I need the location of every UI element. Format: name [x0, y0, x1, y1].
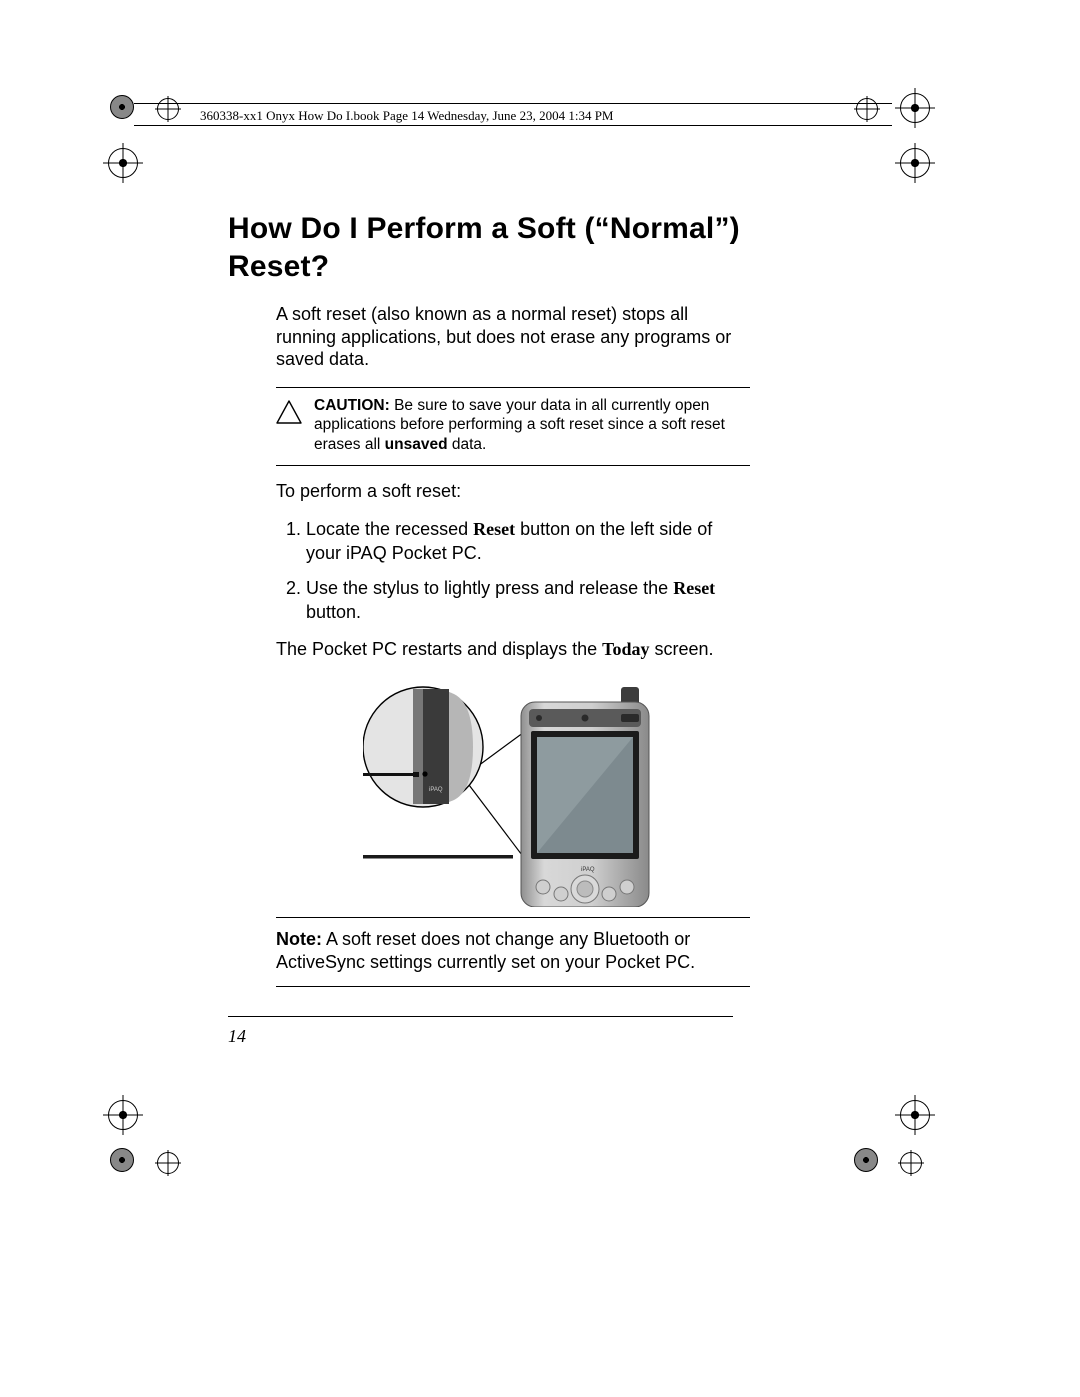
note-text: A soft reset does not change any Bluetoo…	[276, 929, 695, 972]
device-illustration: iPAQ iPAQ	[363, 677, 663, 907]
result-pre: The Pocket PC restarts and displays the	[276, 639, 602, 659]
reg-mark-bottom-right-phi	[898, 1150, 924, 1176]
lead-line: To perform a soft reset:	[276, 480, 750, 503]
result-paragraph: The Pocket PC restarts and displays the …	[276, 638, 750, 661]
reg-mark-left-upper	[108, 148, 138, 178]
footer-rule	[228, 1016, 733, 1017]
device-figure: iPAQ iPAQ	[276, 677, 750, 907]
step-1: Locate the recessed Reset button on the …	[306, 518, 750, 565]
result-post: screen.	[650, 639, 714, 659]
page-content: How Do I Perform a Soft (“Normal”) Reset…	[228, 210, 750, 987]
caution-icon	[276, 396, 304, 424]
caution-text: CAUTION: Be sure to save your data in al…	[314, 396, 750, 455]
header-rule-top	[134, 103, 892, 104]
reg-mark-left-lower	[108, 1100, 138, 1130]
reg-mark-top-left-dot	[110, 95, 134, 119]
steps-list: Locate the recessed Reset button on the …	[276, 518, 750, 624]
reg-mark-right-upper	[900, 148, 930, 178]
reg-mark-top-right	[900, 93, 930, 123]
page-title: How Do I Perform a Soft (“Normal”) Reset…	[228, 210, 750, 285]
header-meta: 360338-xx1 Onyx How Do I.book Page 14 We…	[200, 108, 613, 124]
svg-text:iPAQ: iPAQ	[581, 867, 595, 873]
header-rule-bottom	[134, 125, 892, 126]
page-number: 14	[228, 1026, 246, 1047]
step-2-pre: Use the stylus to lightly press and rele…	[306, 578, 673, 598]
reg-mark-right-lower	[900, 1100, 930, 1130]
step-1-keyword: Reset	[473, 519, 515, 539]
reg-mark-top-left-phi	[155, 96, 181, 122]
caution-label: CAUTION:	[314, 397, 390, 414]
reg-mark-bottom-left-dot	[110, 1148, 134, 1172]
svg-text:iPAQ: iPAQ	[429, 787, 443, 793]
result-keyword: Today	[602, 639, 649, 659]
note-box: Note: A soft reset does not change any B…	[276, 917, 750, 987]
caution-text-2: data.	[448, 436, 487, 453]
reg-mark-bottom-right-dot	[854, 1148, 878, 1172]
caution-box: CAUTION: Be sure to save your data in al…	[276, 387, 750, 466]
step-2-keyword: Reset	[673, 578, 715, 598]
reg-mark-top-right-phi	[854, 96, 880, 122]
step-1-pre: Locate the recessed	[306, 519, 473, 539]
step-2-post: button.	[306, 602, 361, 622]
note-label: Note:	[276, 929, 322, 949]
caution-bold: unsaved	[385, 436, 448, 453]
step-2: Use the stylus to lightly press and rele…	[306, 577, 750, 624]
intro-paragraph: A soft reset (also known as a normal res…	[276, 303, 750, 371]
reg-mark-bottom-left-phi	[155, 1150, 181, 1176]
